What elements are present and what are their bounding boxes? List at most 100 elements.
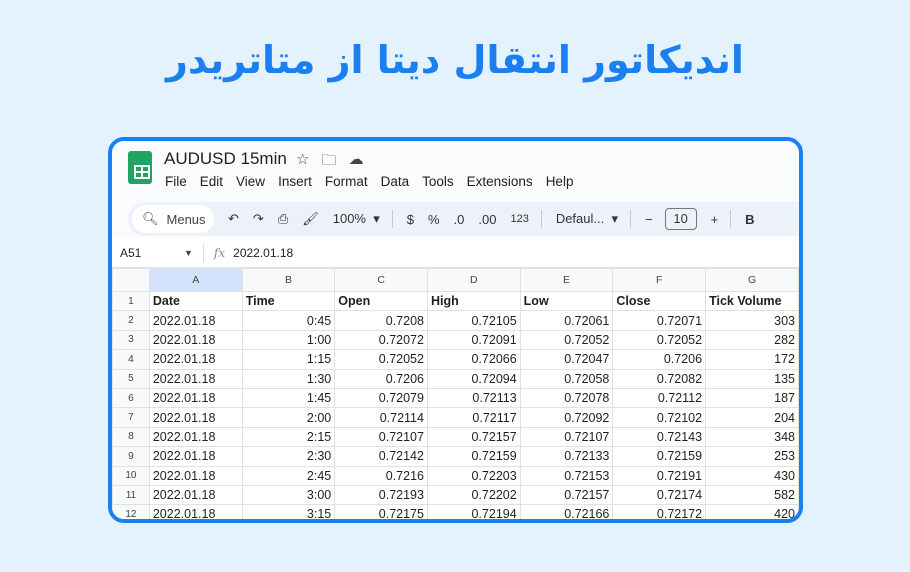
- cell[interactable]: 0.72079: [334, 387, 428, 409]
- cell[interactable]: 3:00: [241, 484, 336, 506]
- cell[interactable]: 0.72191: [612, 465, 707, 486]
- cell[interactable]: 0.72172: [612, 504, 707, 519]
- header-cell[interactable]: Time: [241, 290, 336, 312]
- header-cell[interactable]: Tick Volume: [705, 290, 799, 312]
- column-header-f[interactable]: F: [612, 268, 707, 292]
- cell[interactable]: 0.72066: [426, 349, 521, 370]
- row-number[interactable]: 7: [112, 407, 150, 428]
- increase-font-size-button[interactable]: +: [711, 212, 719, 227]
- cell[interactable]: 0.72047: [519, 349, 614, 370]
- row-number[interactable]: 12: [112, 504, 150, 519]
- cell[interactable]: 0.72175: [334, 504, 428, 519]
- cell[interactable]: 0.72092: [519, 407, 614, 428]
- cell[interactable]: 0:45: [241, 310, 336, 331]
- cell[interactable]: 2022.01.18: [148, 310, 243, 331]
- cell[interactable]: 0.72166: [519, 504, 614, 519]
- cell[interactable]: 0.72091: [426, 329, 521, 351]
- name-box[interactable]: A51: [120, 246, 184, 260]
- header-cell[interactable]: Open: [334, 290, 428, 312]
- cell[interactable]: 0.72202: [426, 484, 521, 506]
- cell[interactable]: 582: [705, 484, 799, 506]
- row-number[interactable]: 1: [112, 290, 150, 312]
- column-header-a[interactable]: A: [148, 268, 243, 292]
- paint-format-icon[interactable]: 🖌︎: [302, 211, 319, 227]
- cell[interactable]: 0.72094: [426, 368, 521, 389]
- cell[interactable]: 0.72052: [612, 329, 707, 351]
- zoom-select[interactable]: 100% ▾: [333, 211, 380, 227]
- redo-icon[interactable]: ↷: [253, 211, 264, 227]
- cell[interactable]: 0.72072: [334, 329, 428, 351]
- cell[interactable]: 0.72107: [334, 426, 428, 448]
- cell[interactable]: 2022.01.18: [148, 426, 243, 448]
- row-number[interactable]: 5: [112, 368, 150, 389]
- cell[interactable]: 0.72058: [519, 368, 614, 389]
- cell[interactable]: 0.72159: [612, 446, 707, 467]
- cell[interactable]: 0.72061: [519, 310, 614, 331]
- cell[interactable]: 135: [705, 368, 799, 389]
- cell[interactable]: 0.72174: [612, 484, 707, 506]
- chevron-down-icon[interactable]: ▼: [184, 248, 193, 258]
- column-header-e[interactable]: E: [519, 268, 614, 292]
- cell[interactable]: 0.72052: [334, 349, 428, 370]
- cell[interactable]: 0.72157: [426, 426, 521, 448]
- bold-button[interactable]: B: [745, 212, 754, 227]
- cell[interactable]: 1:15: [241, 349, 336, 370]
- cell[interactable]: 0.72203: [426, 465, 521, 486]
- cell[interactable]: 1:45: [241, 387, 336, 409]
- cell[interactable]: 0.72143: [612, 426, 707, 448]
- cell[interactable]: 0.72194: [426, 504, 521, 519]
- column-header-c[interactable]: C: [334, 268, 428, 292]
- column-header-g[interactable]: G: [705, 268, 799, 292]
- cell[interactable]: 2022.01.18: [148, 407, 243, 428]
- decrease-decimal-button[interactable]: .0: [454, 212, 465, 227]
- percent-button[interactable]: %: [428, 212, 440, 227]
- cell[interactable]: 0.72157: [519, 484, 614, 506]
- menu-help[interactable]: Help: [546, 174, 574, 189]
- cell[interactable]: 2022.01.18: [148, 465, 243, 486]
- cell[interactable]: 0.72082: [612, 368, 707, 389]
- cell[interactable]: 2:00: [241, 407, 336, 428]
- currency-button[interactable]: $: [407, 212, 414, 227]
- column-header-b[interactable]: B: [241, 268, 336, 292]
- row-number[interactable]: 2: [112, 310, 150, 331]
- decrease-font-size-button[interactable]: −: [645, 212, 653, 227]
- cell[interactable]: 0.7216: [334, 465, 428, 486]
- cell[interactable]: 2022.01.18: [148, 349, 243, 370]
- cell[interactable]: 1:00: [241, 329, 336, 351]
- cell[interactable]: 3:15: [241, 504, 336, 519]
- menu-extensions[interactable]: Extensions: [467, 174, 533, 189]
- cell[interactable]: 0.72114: [334, 407, 428, 428]
- cell[interactable]: 430: [705, 465, 799, 486]
- cell[interactable]: 2022.01.18: [148, 387, 243, 409]
- header-cell[interactable]: High: [426, 290, 521, 312]
- cell[interactable]: 2:30: [241, 446, 336, 467]
- move-to-folder-icon[interactable]: 🗀: [321, 150, 336, 175]
- header-cell[interactable]: Low: [519, 290, 614, 312]
- cell[interactable]: 0.72117: [426, 407, 521, 428]
- cell[interactable]: 0.72113: [426, 387, 521, 409]
- font-select[interactable]: Defaul... ▾: [556, 211, 618, 227]
- menu-file[interactable]: File: [165, 174, 187, 189]
- cell[interactable]: 0.7208: [334, 310, 428, 331]
- font-size-input[interactable]: 10: [664, 208, 697, 230]
- row-number[interactable]: 3: [112, 329, 150, 351]
- cell[interactable]: 172: [705, 349, 799, 370]
- menu-data[interactable]: Data: [381, 174, 410, 189]
- cell[interactable]: 0.72193: [334, 484, 428, 506]
- formula-input[interactable]: 2022.01.18: [233, 246, 293, 260]
- cell[interactable]: 2022.01.18: [148, 329, 243, 351]
- cell[interactable]: 2022.01.18: [148, 504, 243, 519]
- menu-view[interactable]: View: [236, 174, 265, 189]
- cell[interactable]: 2022.01.18: [148, 368, 243, 389]
- cell[interactable]: 348: [705, 426, 799, 448]
- cell[interactable]: 0.7206: [612, 349, 707, 370]
- row-number[interactable]: 8: [112, 426, 150, 448]
- cell[interactable]: 0.7206: [334, 368, 428, 389]
- select-all-corner[interactable]: [112, 268, 150, 292]
- cell[interactable]: 420: [705, 504, 799, 519]
- row-number[interactable]: 9: [112, 446, 150, 467]
- more-formats-button[interactable]: 123: [510, 213, 528, 225]
- row-number[interactable]: 4: [112, 349, 150, 370]
- cell[interactable]: 0.72052: [519, 329, 614, 351]
- cell[interactable]: 2022.01.18: [148, 446, 243, 467]
